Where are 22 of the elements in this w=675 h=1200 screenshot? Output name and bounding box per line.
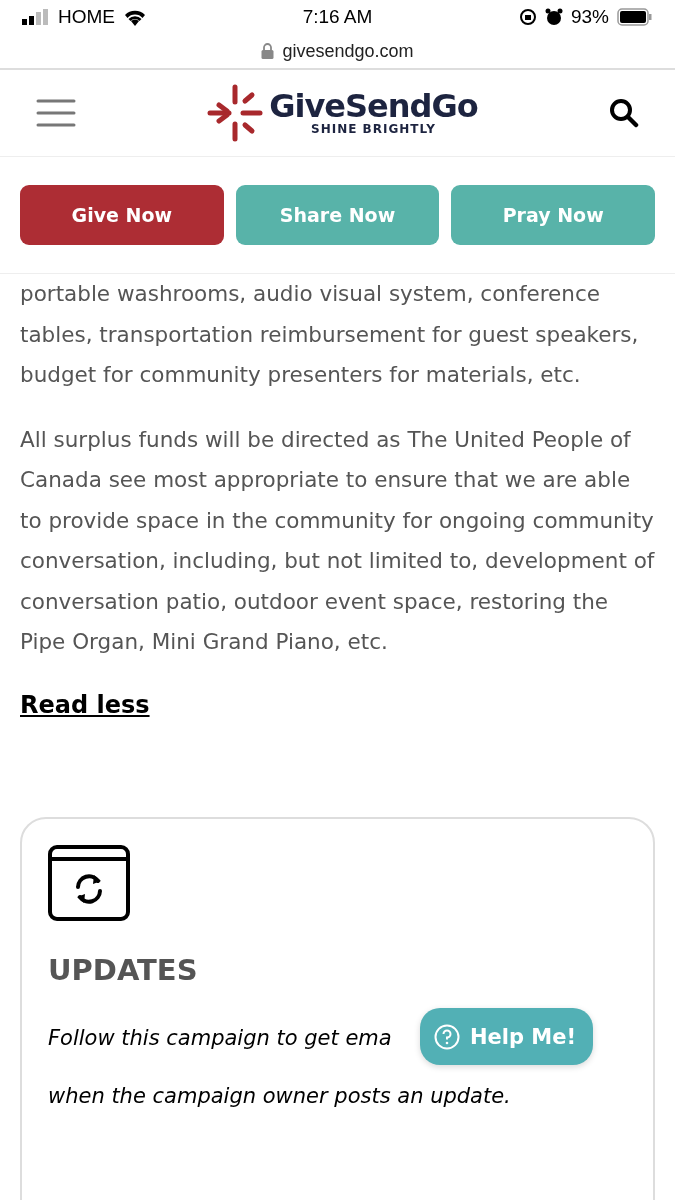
menu-icon[interactable] <box>36 98 76 128</box>
wifi-icon <box>123 8 147 26</box>
read-less-link[interactable]: Read less <box>20 690 150 719</box>
starburst-logo-icon <box>207 84 264 142</box>
updates-description: Follow this campaign to get ema <box>48 1024 392 1052</box>
signal-icon <box>22 9 50 25</box>
refresh-window-icon <box>48 844 130 921</box>
page-url[interactable]: givesendgo.com <box>282 40 414 62</box>
updates-title: UPDATES <box>48 952 199 987</box>
logo-name: GiveSendGo <box>269 90 478 122</box>
battery-percent: 93% <box>570 6 609 28</box>
question-icon <box>434 1023 460 1050</box>
lock-icon <box>261 43 275 59</box>
search-icon[interactable] <box>609 98 639 128</box>
clock-time: 7:16 AM <box>302 6 373 28</box>
logo-tagline: SHINE BRIGHTLY <box>311 122 436 136</box>
description-paragraph: portable washrooms, audio visual system, conference tables, transportation reimbursement for guest speakers, budget for community presenters for materials, etc. <box>20 280 640 389</box>
updates-description: when the campaign owner posts an update. <box>48 1082 511 1110</box>
carrier-name: HOME <box>58 6 115 28</box>
description-paragraph: All surplus funds will be directed as The United People of Canada see most appropriate to ensure that we are able to provide space in the community for ongoing community conversation, including, but not limited to, development of conversation patio, outdoor event space, restoring the Pipe Organ, Mini Grand Piano, etc. <box>20 425 655 656</box>
battery-icon <box>617 8 653 26</box>
action-button[interactable]: Give Now <box>20 185 224 245</box>
